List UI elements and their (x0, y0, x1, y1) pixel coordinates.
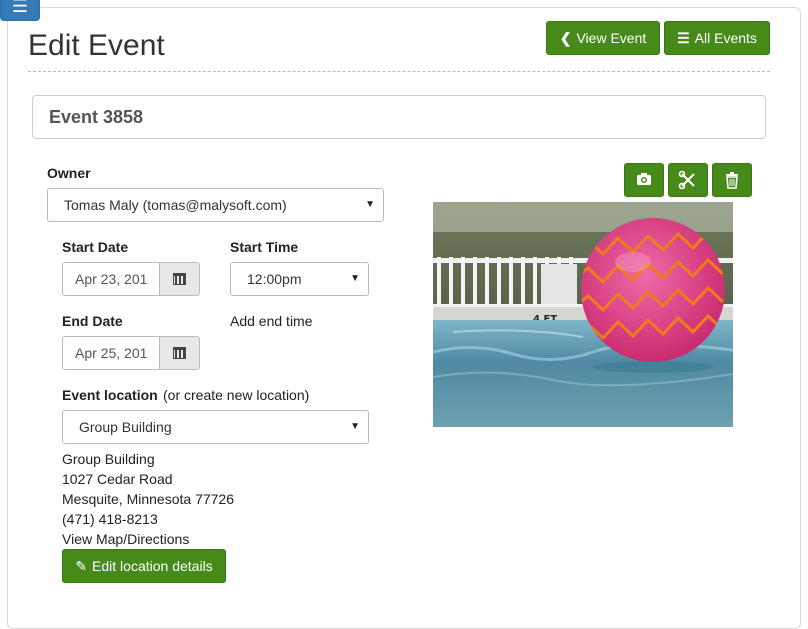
camera-icon (637, 173, 651, 185)
start-date-label: Start Date (62, 239, 129, 255)
trash-icon (726, 172, 738, 189)
location-phone: (471) 418-8213 (62, 511, 158, 527)
page-title: Edit Event (28, 29, 165, 62)
delete-photo-button[interactable] (712, 163, 752, 197)
start-time-value: 12:00pm (247, 271, 302, 287)
edit-location-button[interactable]: ✎ Edit location details (62, 549, 226, 583)
owner-value: Tomas Maly (tomas@malysoft.com) (64, 197, 287, 213)
event-photo: 4 FT (433, 202, 733, 427)
start-date-value: Apr 23, 201 (75, 271, 148, 287)
all-events-label: All Events (694, 30, 757, 46)
owner-select[interactable]: Tomas Maly (tomas@malysoft.com) ▼ (47, 188, 384, 222)
header-divider (28, 71, 770, 72)
map-directions-link[interactable]: View Map/Directions (62, 531, 189, 547)
location-city-line: Mesquite, Minnesota 77726 (62, 491, 234, 507)
start-date-picker-button[interactable] (160, 262, 200, 296)
location-name: Group Building (62, 451, 155, 467)
calendar-icon (173, 347, 186, 359)
event-location-label: Event location (62, 387, 158, 403)
all-events-button[interactable]: ☰ All Events (664, 21, 770, 55)
hamburger-icon: ☰ (11, 0, 29, 16)
list-icon: ☰ (677, 30, 690, 46)
end-date-input[interactable]: Apr 25, 201 (62, 336, 160, 370)
upload-photo-button[interactable] (624, 163, 664, 197)
crop-icon (678, 170, 695, 190)
event-title-panel: Event 3858 (32, 95, 766, 139)
event-name: Event 3858 (49, 107, 144, 127)
end-date-label: End Date (62, 313, 123, 329)
chevron-left-icon: ❮ (559, 30, 572, 46)
caret-down-icon: ▼ (350, 421, 360, 432)
view-event-button[interactable]: ❮ View Event (546, 21, 660, 55)
start-time-label: Start Time (230, 239, 299, 255)
location-selected-value: Group Building (79, 419, 172, 435)
start-date-input[interactable]: Apr 23, 201 (62, 262, 160, 296)
location-street: 1027 Cedar Road (62, 471, 173, 487)
caret-down-icon: ▼ (350, 273, 360, 284)
caret-down-icon: ▼ (365, 199, 375, 210)
owner-label: Owner (47, 165, 91, 181)
edit-location-label: Edit location details (92, 558, 213, 574)
view-event-label: View Event (576, 30, 647, 46)
start-time-select[interactable]: 12:00pm ▼ (230, 262, 369, 296)
location-select[interactable]: Group Building ▼ (62, 410, 369, 444)
add-end-time-link[interactable]: Add end time (230, 313, 313, 329)
end-date-value: Apr 25, 201 (75, 345, 148, 361)
edit-icon: ✎ (75, 558, 88, 574)
calendar-icon (173, 273, 186, 285)
menu-toggle-button[interactable]: ☰ (0, 0, 40, 21)
crop-photo-button[interactable] (668, 163, 708, 197)
create-location-link[interactable]: (or create new location) (163, 387, 309, 403)
end-date-picker-button[interactable] (160, 336, 200, 370)
